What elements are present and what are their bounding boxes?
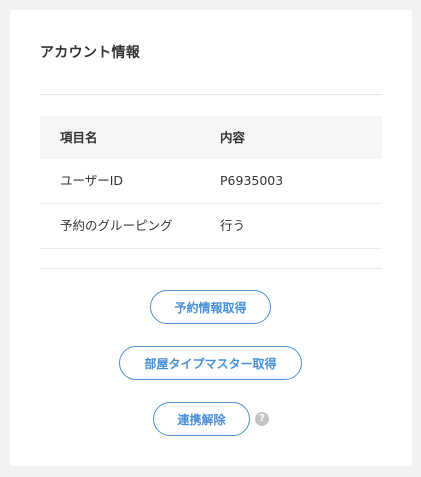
card-title: アカウント情報 <box>40 45 141 61</box>
unlink-button[interactable]: 連携解除 <box>153 402 250 436</box>
row-user-id-label: ユーザーID <box>60 173 124 188</box>
account-info-table: 項目名 内容 ユーザーID P6935003 予約のグルーピング 行う <box>40 116 382 249</box>
fetch-reservations-button[interactable]: 予約情報取得 <box>150 290 271 324</box>
divider-top <box>40 94 382 95</box>
table-header-row: 項目名 内容 <box>40 116 382 159</box>
table-row: 予約のグルーピング 行う <box>40 204 382 249</box>
divider-bottom <box>40 268 382 269</box>
account-info-card: アカウント情報 項目名 内容 ユーザーID P6935003 予約のグルーピング… <box>10 10 412 466</box>
fetch-room-types-button[interactable]: 部屋タイプマスター取得 <box>119 346 302 380</box>
header-item-name: 項目名 <box>60 130 98 145</box>
help-icon[interactable]: ? <box>255 412 269 426</box>
row-grouping-label: 予約のグルーピング <box>60 218 173 233</box>
table-row: ユーザーID P6935003 <box>40 159 382 204</box>
row-grouping-value: 行う <box>220 218 246 233</box>
header-content: 内容 <box>220 130 246 145</box>
row-user-id-value: P6935003 <box>220 173 284 188</box>
